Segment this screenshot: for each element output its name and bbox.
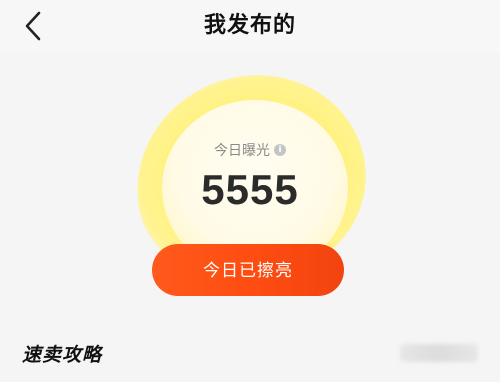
tips-section-title[interactable]: 速卖攻略: [22, 340, 102, 367]
exposure-label-row: 今日曝光 i: [0, 140, 500, 160]
shine-button[interactable]: 今日已擦亮: [152, 244, 344, 296]
top-bar: 我发布的: [0, 0, 500, 52]
watermark: [400, 344, 478, 362]
exposure-label: 今日曝光: [214, 143, 270, 159]
page-title: 我发布的: [203, 13, 296, 38]
info-icon[interactable]: i: [274, 144, 286, 156]
exposure-count: 5555: [201, 166, 299, 213]
